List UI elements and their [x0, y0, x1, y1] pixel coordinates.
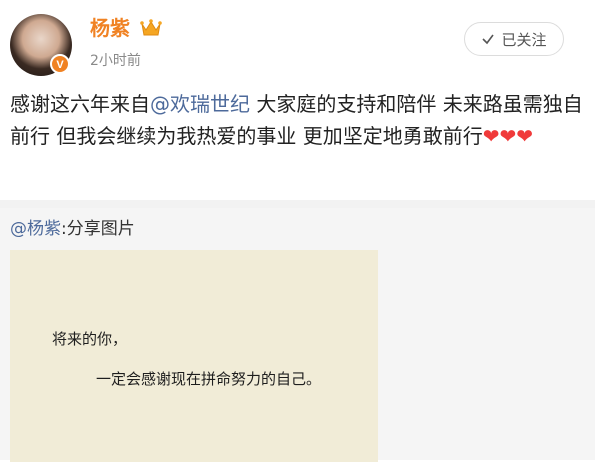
svg-text:V: V	[56, 59, 64, 71]
image-quote-line2: 一定会感谢现在拼命努力的自己。	[96, 370, 322, 388]
weibo-post: V 杨紫 2小时前 已关注 感谢这六年来自@欢瑞世纪 大家庭的支持和陪伴 未来路…	[0, 0, 595, 200]
follow-label: 已关注	[501, 30, 547, 49]
follow-button[interactable]: 已关注	[464, 22, 564, 56]
post-text: 感谢这六年来自@欢瑞世纪 大家庭的支持和陪伴 未来路虽需独自前行 但我会继续为我…	[10, 88, 588, 152]
post-text-before: 感谢这六年来自	[10, 92, 150, 116]
heart-emoji-icons: ❤❤❤	[482, 124, 533, 148]
username[interactable]: 杨紫	[90, 16, 130, 40]
mention-link[interactable]: @欢瑞世纪	[150, 92, 250, 116]
divider	[0, 200, 595, 208]
image-quote-line1: 将来的你，	[52, 330, 128, 348]
crown-icon	[140, 19, 162, 36]
check-icon	[482, 34, 495, 45]
repost-header: @杨紫:分享图片	[10, 218, 135, 240]
shared-image[interactable]: 将来的你， 一定会感谢现在拼命努力的自己。	[10, 250, 378, 462]
repost-author-link[interactable]: @杨紫	[10, 219, 61, 239]
repost-card[interactable]: @杨紫:分享图片 将来的你， 一定会感谢现在拼命努力的自己。	[0, 208, 595, 462]
post-timestamp: 2小时前	[90, 53, 141, 69]
repost-shared-label: :分享图片	[61, 219, 135, 239]
verified-badge-icon: V	[50, 54, 70, 74]
